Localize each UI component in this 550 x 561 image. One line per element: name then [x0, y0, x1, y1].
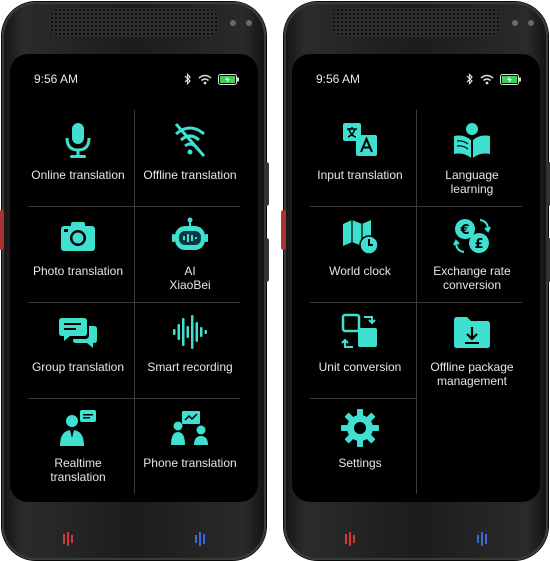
book-reader-icon — [454, 123, 490, 158]
people-meeting-icon — [171, 411, 208, 445]
offline-icon — [174, 123, 206, 157]
left-device: 9:56 AM Online translation Offline trans… — [0, 2, 269, 560]
right-device: 9:56 AM Input translation Language learn… — [281, 2, 550, 560]
app-offline-translation[interactable]: Offline translation — [134, 110, 246, 206]
side-button[interactable] — [546, 238, 550, 282]
battery-charging-icon — [500, 73, 521, 85]
app-online-translation[interactable]: Online translation — [22, 110, 134, 206]
app-offline-package-management[interactable]: Offline package management — [416, 302, 528, 398]
app-photo-translation[interactable]: Photo translation — [22, 206, 134, 302]
wifi-icon — [480, 74, 494, 84]
mic-right-icon[interactable] — [476, 532, 490, 546]
status-time: 9:56 AM — [34, 72, 79, 86]
status-time: 9:56 AM — [316, 72, 361, 86]
side-button[interactable] — [546, 162, 550, 206]
app-realtime-translation[interactable]: Realtime translation — [22, 398, 134, 494]
app-smart-recording[interactable]: Smart recording — [134, 302, 246, 398]
side-button[interactable] — [281, 210, 286, 250]
speaker-grille — [332, 8, 500, 38]
app-ai-xiaobei[interactable]: AI XiaoBei — [134, 206, 246, 302]
app-input-translation[interactable]: Input translation — [304, 110, 416, 206]
app-phone-translation[interactable]: Phone translation — [134, 398, 246, 494]
wifi-icon — [198, 74, 212, 84]
sensor-dot — [230, 20, 236, 26]
bottom-bar — [284, 528, 548, 546]
app-exchange-rate-conversion[interactable]: € £ Exchange rate conversion — [416, 206, 528, 302]
app-group-translation[interactable]: Group translation — [22, 302, 134, 398]
side-button[interactable] — [264, 238, 269, 282]
currency-exchange-icon: €£ — [453, 219, 491, 253]
screen: 9:56 AM Online translation Offline trans… — [10, 54, 258, 502]
microphone-icon — [65, 123, 91, 158]
gear-icon — [341, 409, 379, 447]
translate-icon — [343, 123, 377, 156]
sensor-dot — [512, 20, 518, 26]
status-bar: 9:56 AM — [292, 72, 540, 88]
bottom-bar — [2, 528, 266, 546]
map-clock-icon — [343, 220, 379, 255]
status-bar: 9:56 AM — [10, 72, 258, 88]
mic-left-icon[interactable] — [342, 532, 356, 546]
unit-convert-icon — [341, 313, 377, 348]
chat-bubbles-icon — [59, 318, 97, 348]
speaker-grille — [50, 8, 218, 38]
screen: 9:56 AM Input translation Language learn… — [292, 54, 540, 502]
sensor-dot — [528, 20, 534, 26]
side-button[interactable] — [264, 162, 269, 206]
svg-text:£: £ — [474, 237, 483, 252]
battery-charging-icon — [218, 73, 239, 85]
svg-text:€: € — [459, 223, 469, 238]
bluetooth-icon — [466, 73, 473, 85]
robot-icon — [172, 217, 208, 250]
waveform-icon — [173, 315, 207, 349]
side-button[interactable] — [0, 210, 4, 250]
app-language-learning[interactable]: Language learning — [416, 110, 528, 206]
download-folder-icon — [454, 317, 490, 348]
bluetooth-icon — [184, 73, 191, 85]
sensor-dot — [246, 20, 252, 26]
app-settings[interactable]: Settings — [304, 398, 416, 494]
mic-left-icon[interactable] — [60, 532, 74, 546]
app-grid: Input translation Language learning Worl… — [304, 110, 528, 494]
app-grid: Online translation Offline translation P… — [22, 110, 246, 494]
presenter-icon — [60, 410, 96, 446]
camera-icon — [61, 222, 95, 251]
mic-right-icon[interactable] — [194, 532, 208, 546]
app-unit-conversion[interactable]: Unit conversion — [304, 302, 416, 398]
app-world-clock[interactable]: World clock — [304, 206, 416, 302]
